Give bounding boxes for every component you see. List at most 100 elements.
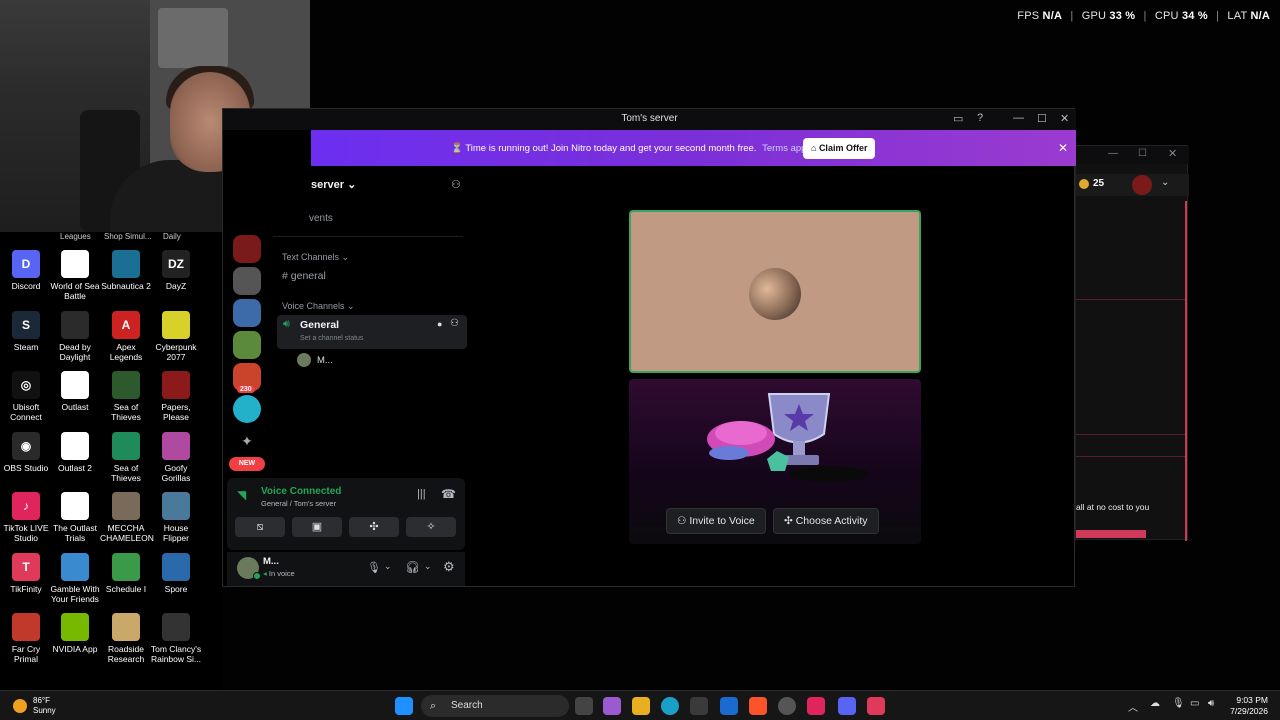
desktop-icon[interactable]: MECCHA CHAMELEON (100, 492, 154, 543)
close-icon[interactable]: ✕ (1060, 112, 1069, 125)
title-bar[interactable]: Tom's server ▭ ? — ☐ ✕ (223, 109, 1076, 130)
guild-icon[interactable]: ✦ (233, 427, 261, 455)
voice-member-name[interactable]: M... (317, 355, 333, 366)
close-banner-icon[interactable]: ✕ (1058, 141, 1068, 155)
discord-window[interactable]: Tom's server ▭ ? — ☐ ✕ ⏳ Time is running… (222, 108, 1076, 587)
voice-channels-category[interactable]: Voice Channels ⌄ (282, 301, 355, 312)
settings-gear-icon[interactable]: ⚙ (443, 559, 455, 575)
clock[interactable]: 9:03 PM 7/29/2026 (1230, 695, 1268, 717)
desktop-icon[interactable]: Goofy Gorillas (150, 431, 202, 483)
avatar[interactable] (297, 353, 311, 367)
chevron-down-icon[interactable]: ⌄ (1161, 177, 1169, 188)
signal-icon[interactable]: ◥ (237, 488, 246, 502)
start-windows-icon[interactable] (395, 697, 413, 715)
camera-button[interactable]: ⧅ (235, 517, 285, 537)
edge-icon[interactable] (661, 697, 679, 715)
taskbar-search[interactable]: ⌕ Search (421, 695, 569, 717)
minimize-icon[interactable]: — (1108, 148, 1118, 159)
microphone-icon[interactable]: 🎙︎ (1172, 698, 1185, 709)
voice-location[interactable]: General / Tom's server (261, 499, 336, 508)
desktop-icon[interactable]: Dead by Daylight (49, 310, 101, 362)
weather-widget[interactable]: 86°F Sunny (33, 696, 56, 716)
new-badge[interactable]: NEW (229, 457, 265, 471)
username[interactable]: M... (263, 556, 279, 567)
desktop-icon[interactable]: DZ DayZ (150, 250, 202, 291)
desktop-icon[interactable]: NVIDIA App (49, 613, 101, 654)
tiktok-icon[interactable] (807, 697, 825, 715)
minimize-icon[interactable]: — (1013, 112, 1024, 124)
guild-icon[interactable] (233, 331, 261, 359)
help-icon[interactable]: ? (977, 112, 983, 124)
desktop-icon[interactable]: House Flipper (150, 492, 202, 543)
desktop-icon[interactable]: Tom Clancy's Rainbow Si... (150, 613, 202, 664)
discord-icon[interactable] (838, 697, 856, 715)
brave-icon[interactable] (749, 697, 767, 715)
display-icon[interactable]: ▭ (1190, 698, 1199, 709)
obs-icon[interactable] (778, 697, 796, 715)
microphone-icon[interactable]: 🎙︎ (367, 561, 381, 574)
secondary-discord-window[interactable]: — ☐ ✕ 25 ⌄ all at no cost to you (1075, 145, 1189, 541)
network-icon[interactable]: ☁ (1150, 698, 1160, 709)
add-member-icon[interactable]: ⚇ (451, 178, 461, 191)
desktop-icon[interactable]: World of Sea Battle (49, 250, 101, 301)
store-icon[interactable] (690, 697, 708, 715)
activities-button[interactable]: ✣ (349, 517, 399, 537)
claim-offer-button[interactable]: ⌂ Claim Offer (803, 138, 876, 159)
volume-icon[interactable]: 🔊︎ (1208, 698, 1214, 709)
guild-icon[interactable] (233, 235, 261, 263)
events-item[interactable]: vents (309, 213, 333, 224)
desktop-icon[interactable]: Sea of Thieves (100, 371, 152, 422)
inbox-icon[interactable]: ▭ (953, 112, 963, 125)
voice-status[interactable]: Voice Connected (261, 486, 341, 497)
file-explorer-icon[interactable] (632, 697, 650, 715)
task-view-icon[interactable] (575, 697, 593, 715)
invite-icon[interactable]: ⚇ (450, 318, 459, 329)
desktop-icon[interactable]: Roadside Research (100, 613, 152, 664)
guild-icon[interactable]: 230 (233, 363, 261, 393)
outlook-icon[interactable] (720, 697, 738, 715)
close-icon[interactable]: ✕ (1168, 147, 1177, 160)
desktop-icon[interactable]: Outlast (49, 371, 101, 412)
avatar[interactable] (1132, 175, 1152, 195)
copilot-icon[interactable] (603, 697, 621, 715)
chevron-down-icon[interactable]: ⌄ (384, 561, 392, 572)
headphones-icon[interactable]: 🎧︎ (405, 560, 420, 574)
desktop-icon[interactable]: D Discord (0, 250, 52, 291)
desktop-icon[interactable]: Spore (150, 552, 202, 594)
maximize-icon[interactable]: ☐ (1138, 148, 1147, 159)
desktop-icon[interactable]: Schedule I (100, 552, 152, 594)
invite-to-voice-button[interactable]: ⚇ Invite to Voice (666, 508, 766, 534)
maximize-icon[interactable]: ☐ (1037, 112, 1047, 125)
chevron-up-icon[interactable]: ︿ (1128, 699, 1138, 714)
tikfinity-icon[interactable] (867, 697, 885, 715)
desktop-icon[interactable]: Subnautica 2 (100, 250, 152, 291)
chevron-down-icon[interactable]: ⌄ (424, 561, 432, 572)
desktop-icon[interactable]: ◉ OBS Studio (0, 431, 52, 473)
choose-activity-button[interactable]: ✣ Choose Activity (773, 508, 879, 534)
participant-tile[interactable] (629, 210, 921, 373)
desktop-icon[interactable]: The Outlast Trials (49, 492, 101, 543)
desktop-icon[interactable]: S Steam (0, 310, 52, 352)
text-channels-category[interactable]: Text Channels ⌄ (282, 252, 349, 263)
desktop-icon[interactable]: Papers, Please (150, 371, 202, 422)
channel-status[interactable]: Set a channel status (300, 335, 363, 342)
voice-channel-general[interactable]: 🔊︎ General Set a channel status ● ⚇ (277, 315, 467, 349)
desktop-icon[interactable]: Sea of Thieves (100, 431, 152, 483)
desktop-icon[interactable]: T TikFinity (0, 552, 52, 594)
desktop-icon[interactable]: Cyberpunk 2077 (150, 310, 202, 362)
desktop-icon[interactable]: ♪ TikTok LIVE Studio (0, 492, 52, 543)
guild-icon[interactable] (233, 395, 261, 423)
disconnect-icon[interactable]: ☎ (441, 487, 456, 501)
desktop-icon[interactable]: ◎ Ubisoft Connect (0, 371, 52, 422)
channel-general[interactable]: # general (282, 270, 326, 282)
guild-icon[interactable] (233, 299, 261, 327)
soundboard-button[interactable]: ✧ (406, 517, 456, 537)
noise-suppression-icon[interactable]: ||| (417, 488, 426, 500)
chat-icon[interactable]: ● (437, 319, 442, 329)
server-name-header[interactable]: server ⌄ (311, 178, 356, 191)
desktop-icon[interactable]: A Apex Legends (100, 310, 152, 362)
desktop-icon[interactable]: Outlast 2 (49, 431, 101, 473)
desktop-icon[interactable]: Far Cry Primal (0, 613, 52, 664)
desktop-icon[interactable]: Gamble With Your Friends (49, 552, 101, 604)
guild-icon[interactable] (233, 267, 261, 295)
